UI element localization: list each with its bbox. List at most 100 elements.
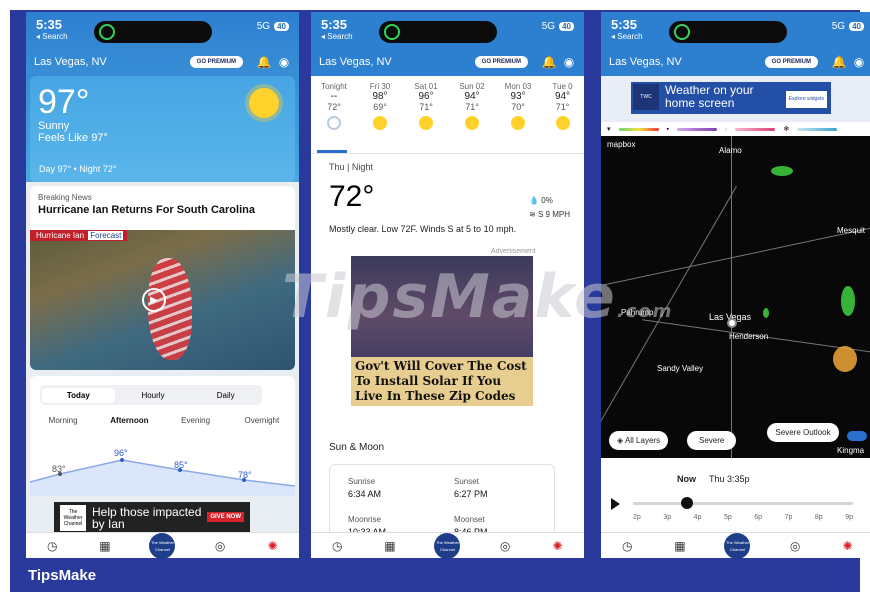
place-henderson: Henderson <box>729 332 769 341</box>
day-tue[interactable]: Tue 0 94° 71° <box>541 76 584 153</box>
highway <box>731 136 732 458</box>
battery-level: 40 <box>849 22 864 31</box>
band-title: Hurricane Ian <box>36 231 85 240</box>
band-tag: Forecast <box>88 231 124 240</box>
go-premium-button[interactable]: GO PREMIUM <box>189 56 243 68</box>
condition-text: Sunny <box>38 120 70 132</box>
timeline-track[interactable] <box>633 502 853 505</box>
weather-channel-home-icon[interactable]: The Weather Channel <box>434 532 461 558</box>
day-label: Tue 0 <box>552 82 573 91</box>
precip-value: 0% <box>541 196 553 205</box>
tab-today[interactable]: Today <box>42 387 115 403</box>
wind-value: S 9 MPH <box>537 210 570 219</box>
brand-label: TipsMake <box>28 567 97 584</box>
day-fri[interactable]: Fri 30 98° 69° <box>357 76 403 153</box>
battery-level: 40 <box>274 22 289 31</box>
phone-today: 5:35 ◂ Search 5G 40 Las Vegas, NV GO PREMI… <box>26 12 299 558</box>
status-time: 5:35 <box>321 17 348 32</box>
dynamic-island <box>94 21 212 43</box>
location-search[interactable]: Las Vegas, NV <box>319 56 475 68</box>
mix-icon: ▪ <box>666 125 669 133</box>
play-icon[interactable]: ▶ <box>142 288 166 312</box>
bell-icon[interactable]: 🔔 <box>257 55 272 69</box>
hurricane-icon[interactable]: ✺ <box>265 538 281 554</box>
go-premium-button[interactable]: GO PREMIUM <box>764 56 818 68</box>
hurricane-video-thumbnail[interactable]: Hurricane Ian Forecast ▶ <box>30 230 295 370</box>
radar-echo <box>841 286 855 316</box>
bell-icon[interactable]: 🔔 <box>832 55 847 69</box>
all-layers-button[interactable]: ◈ All Layers <box>609 431 669 450</box>
day-low: 69° <box>373 102 387 112</box>
precip-icon: 💧 <box>529 196 540 205</box>
moonrise-label: Moonrise <box>348 515 381 524</box>
wind-icon: ≋ <box>529 210 536 219</box>
radar-icon[interactable]: ◎ <box>497 538 513 554</box>
day-high: -- <box>330 91 338 102</box>
location-search[interactable]: Las Vegas, NV <box>609 56 765 68</box>
hurricane-icon[interactable]: ✺ <box>550 538 566 554</box>
give-now-button[interactable]: GIVE NOW <box>207 512 244 522</box>
news-headline[interactable]: Hurricane Ian Returns For South Carolina <box>30 204 295 216</box>
period-description: Mostly clear. Low 72F. Winds S at 5 to 1… <box>329 224 517 234</box>
severe-button[interactable]: Severe <box>687 431 737 450</box>
timeline-timestamp: Thu 3:35p <box>709 474 750 484</box>
breaking-news-card[interactable]: Breaking News Hurricane Ian Returns For … <box>30 186 295 370</box>
timeline-scrubber[interactable] <box>681 497 693 509</box>
calendar-icon[interactable]: ▦ <box>382 538 398 554</box>
explore-widgets-button[interactable]: Explore widgets <box>785 91 827 108</box>
go-premium-button[interactable]: GO PREMIUM <box>474 56 528 68</box>
back-to-search[interactable]: ◂ Search <box>321 32 353 41</box>
snow-scale <box>797 127 838 131</box>
rain-scale <box>618 127 659 131</box>
day-sat[interactable]: Sat 01 96° 71° <box>403 76 449 153</box>
day-sun[interactable]: Sun 02 94° 71° <box>449 76 495 153</box>
bell-icon[interactable]: 🔔 <box>542 55 557 69</box>
tab-hourly[interactable]: Hourly <box>117 391 190 400</box>
clock-icon[interactable]: ◷ <box>619 538 635 554</box>
selected-day-indicator <box>317 150 347 153</box>
sun-icon <box>511 116 525 130</box>
status-time: 5:35 <box>36 17 63 32</box>
temperature-curve <box>30 458 295 496</box>
tick: 4p <box>693 514 702 521</box>
feels-like: Feels Like 97° <box>38 132 108 144</box>
period-detail: Thu | Night 72° 💧 0% ≋ S 9 MPH Mostly cl… <box>311 154 584 234</box>
battery-level: 40 <box>559 22 574 31</box>
account-icon[interactable]: ◉ <box>852 55 866 69</box>
watermark: TipsMake.com <box>282 262 673 332</box>
current-conditions-card[interactable]: 97° Sunny Feels Like 97° Day 97° • Night… <box>30 76 295 182</box>
tab-daily[interactable]: Daily <box>189 391 262 400</box>
account-icon[interactable]: ◉ <box>277 55 291 69</box>
day-tonight[interactable]: Tonight -- 72° <box>311 76 357 153</box>
sunrise-time: 6:34 AM <box>348 489 382 499</box>
back-to-search[interactable]: ◂ Search <box>611 32 643 41</box>
radar-icon[interactable]: ◎ <box>212 538 228 554</box>
hurricane-icon[interactable]: ✺ <box>840 538 856 554</box>
widget-ad[interactable]: TWC Weather on your home screen Explore … <box>601 76 870 122</box>
day-high: 94° <box>464 91 480 102</box>
donation-ad[interactable]: The Weather Channel Help those impacted … <box>54 502 250 534</box>
back-to-search[interactable]: ◂ Search <box>36 32 68 41</box>
bottom-tab-bar: ◷ ▦ The Weather Channel ◎ ✺ <box>311 532 584 558</box>
clock-icon[interactable]: ◷ <box>44 538 60 554</box>
mix-scale <box>677 127 717 131</box>
tick: 7p <box>784 514 793 521</box>
calendar-icon[interactable]: ▦ <box>672 538 688 554</box>
status-bar: 5:35 ◂ Search 5G 40 <box>601 12 870 48</box>
radar-icon[interactable]: ◎ <box>787 538 803 554</box>
day-high: 94° <box>554 91 571 102</box>
clock-icon[interactable]: ◷ <box>329 538 345 554</box>
account-icon[interactable]: ◉ <box>562 55 576 69</box>
network-label: 5G <box>831 21 846 32</box>
forecast-tabs: Today Hourly Daily <box>40 385 262 405</box>
calendar-icon[interactable]: ▦ <box>97 538 113 554</box>
play-icon[interactable] <box>611 498 620 510</box>
weather-channel-home-icon[interactable]: The Weather Channel <box>149 532 176 558</box>
weather-channel-home-icon[interactable]: The Weather Channel <box>724 532 751 558</box>
location-search[interactable]: Las Vegas, NV <box>34 56 190 68</box>
day-mon[interactable]: Mon 03 93° 70° <box>495 76 541 153</box>
more-chip[interactable] <box>847 431 867 441</box>
widget-ad-banner[interactable]: TWC Weather on your home screen Explore … <box>631 82 831 114</box>
precip-wind: 💧 0% ≋ S 9 MPH <box>529 194 570 222</box>
severe-outlook-button[interactable]: Severe Outlook <box>767 423 839 442</box>
